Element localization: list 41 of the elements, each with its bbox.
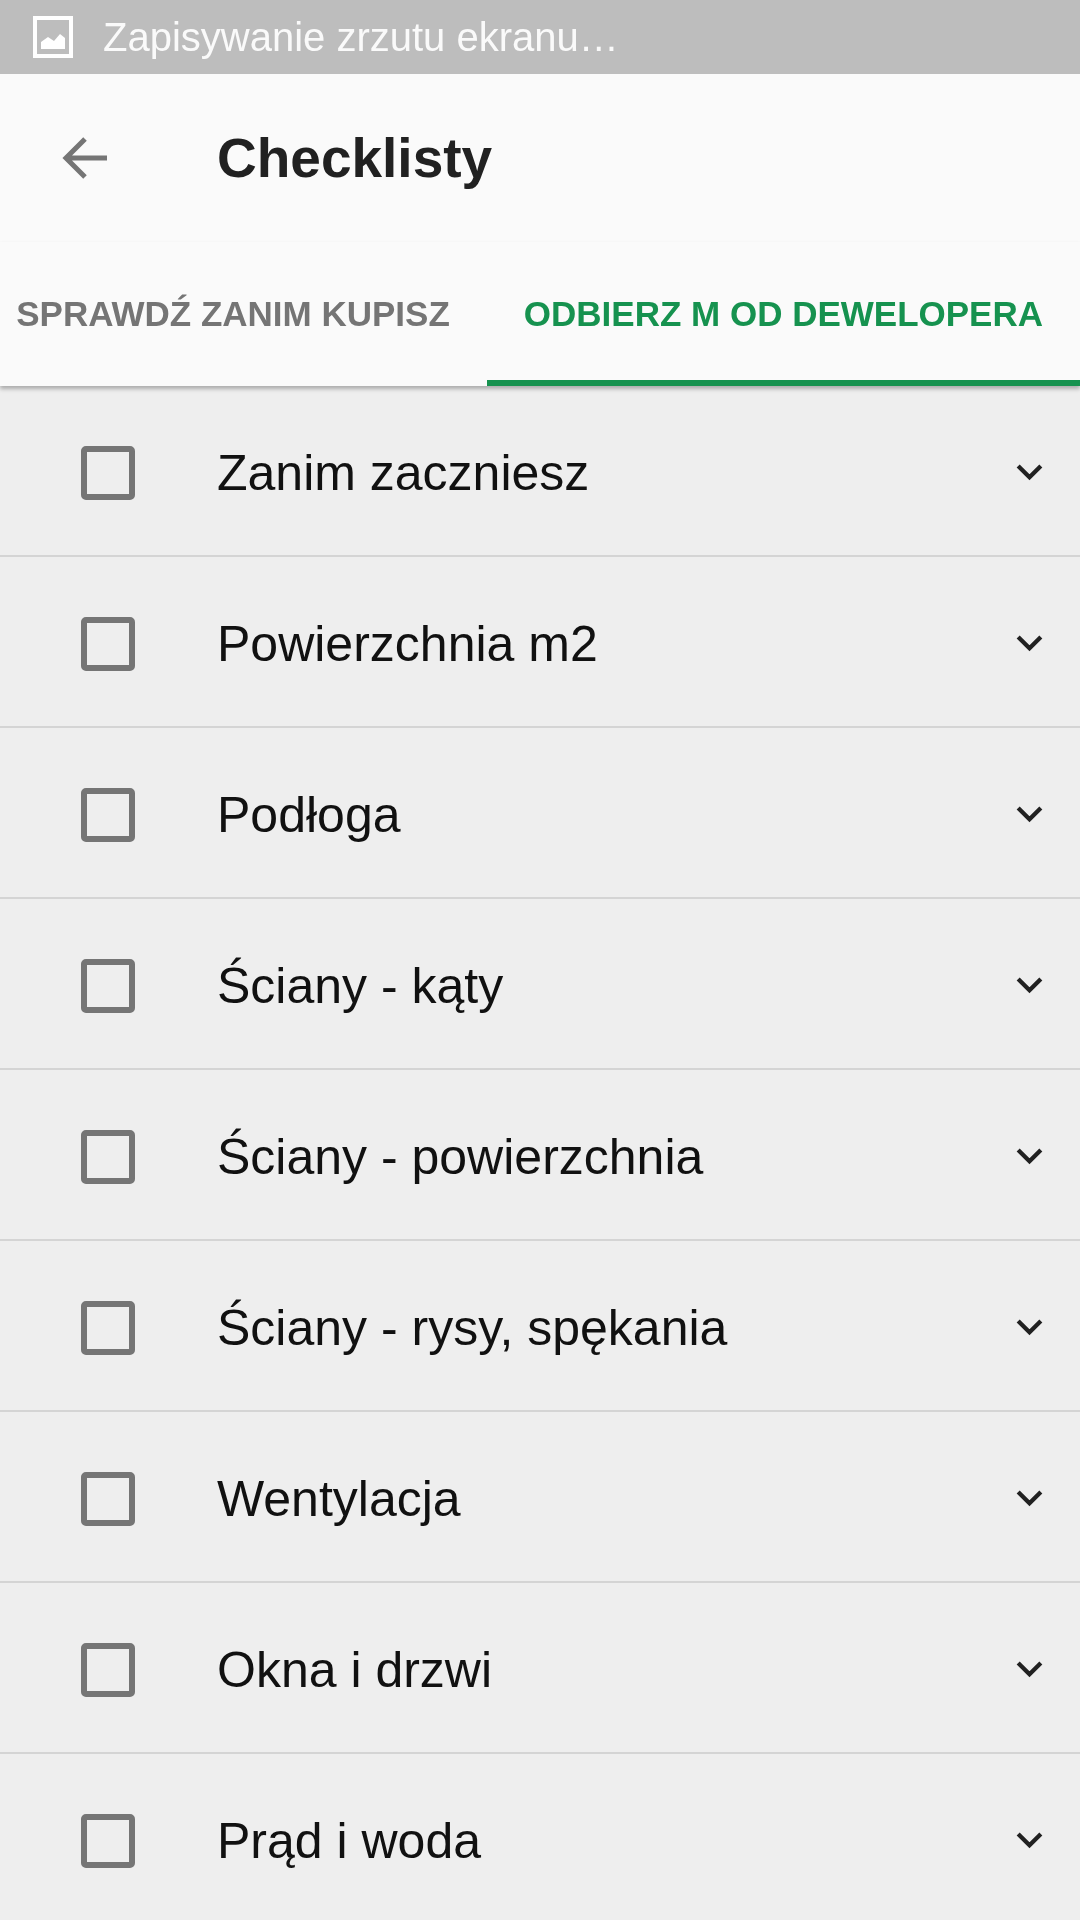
item-label: Ściany - powierzchnia <box>217 1127 704 1187</box>
item-label: Okna i drzwi <box>217 1640 493 1700</box>
checklist-item[interactable]: Powierzchnia m2 <box>0 557 1080 728</box>
checklist-item[interactable]: Zanim zaczniesz <box>0 386 1080 557</box>
item-label: Podłoga <box>217 785 401 845</box>
checkbox[interactable] <box>81 787 135 842</box>
item-label: Zanim zaczniesz <box>217 443 590 503</box>
tab[interactable]: SPRAWDŹ ZANIM KUPISZ <box>0 242 487 386</box>
chevron-down-icon[interactable] <box>1016 1148 1043 1165</box>
checkbox[interactable] <box>81 1813 135 1868</box>
item-label: Prąd i woda <box>217 1811 482 1871</box>
checklist-item[interactable]: Ściany - kąty <box>0 899 1080 1070</box>
chevron-down-icon[interactable] <box>1016 1661 1043 1678</box>
checkbox[interactable] <box>81 958 135 1013</box>
chevron-down-icon[interactable] <box>1016 1490 1043 1507</box>
tab[interactable]: ODBIERZ M OD DEWELOPERA <box>486 242 1080 386</box>
chevron-down-icon[interactable] <box>1016 977 1043 994</box>
chevron-down-icon[interactable] <box>1016 635 1043 652</box>
screen-title: Checklisty <box>217 126 493 191</box>
item-label: Ściany - rysy, spękania <box>217 1298 728 1358</box>
checkbox[interactable] <box>81 1471 135 1526</box>
checklist-item[interactable]: Ściany - powierzchnia <box>0 1070 1080 1241</box>
chevron-down-icon[interactable] <box>1016 1832 1043 1849</box>
checkbox[interactable] <box>81 1300 135 1355</box>
item-label: Powierzchnia m2 <box>217 614 598 674</box>
checkbox[interactable] <box>81 1642 135 1697</box>
checklist-item[interactable]: Wentylacja <box>0 1412 1080 1583</box>
chevron-down-icon[interactable] <box>1016 806 1043 823</box>
chevron-down-icon[interactable] <box>1016 1319 1043 1336</box>
checklist-item[interactable]: Okna i drzwi <box>0 1583 1080 1754</box>
checkbox[interactable] <box>81 1129 135 1184</box>
checklist-item[interactable]: Podłoga <box>0 728 1080 899</box>
item-label: Wentylacja <box>217 1469 461 1529</box>
image-icon <box>33 16 73 58</box>
checklist-item[interactable]: Prąd i woda <box>0 1754 1080 1920</box>
item-label: Ściany - kąty <box>217 956 504 1016</box>
notification-text: Zapisywanie zrzutu ekranu… <box>103 14 619 61</box>
chevron-down-icon[interactable] <box>1016 464 1043 481</box>
checkbox[interactable] <box>81 616 135 671</box>
checkbox[interactable] <box>81 445 135 500</box>
checklist-item[interactable]: Ściany - rysy, spękania <box>0 1241 1080 1412</box>
